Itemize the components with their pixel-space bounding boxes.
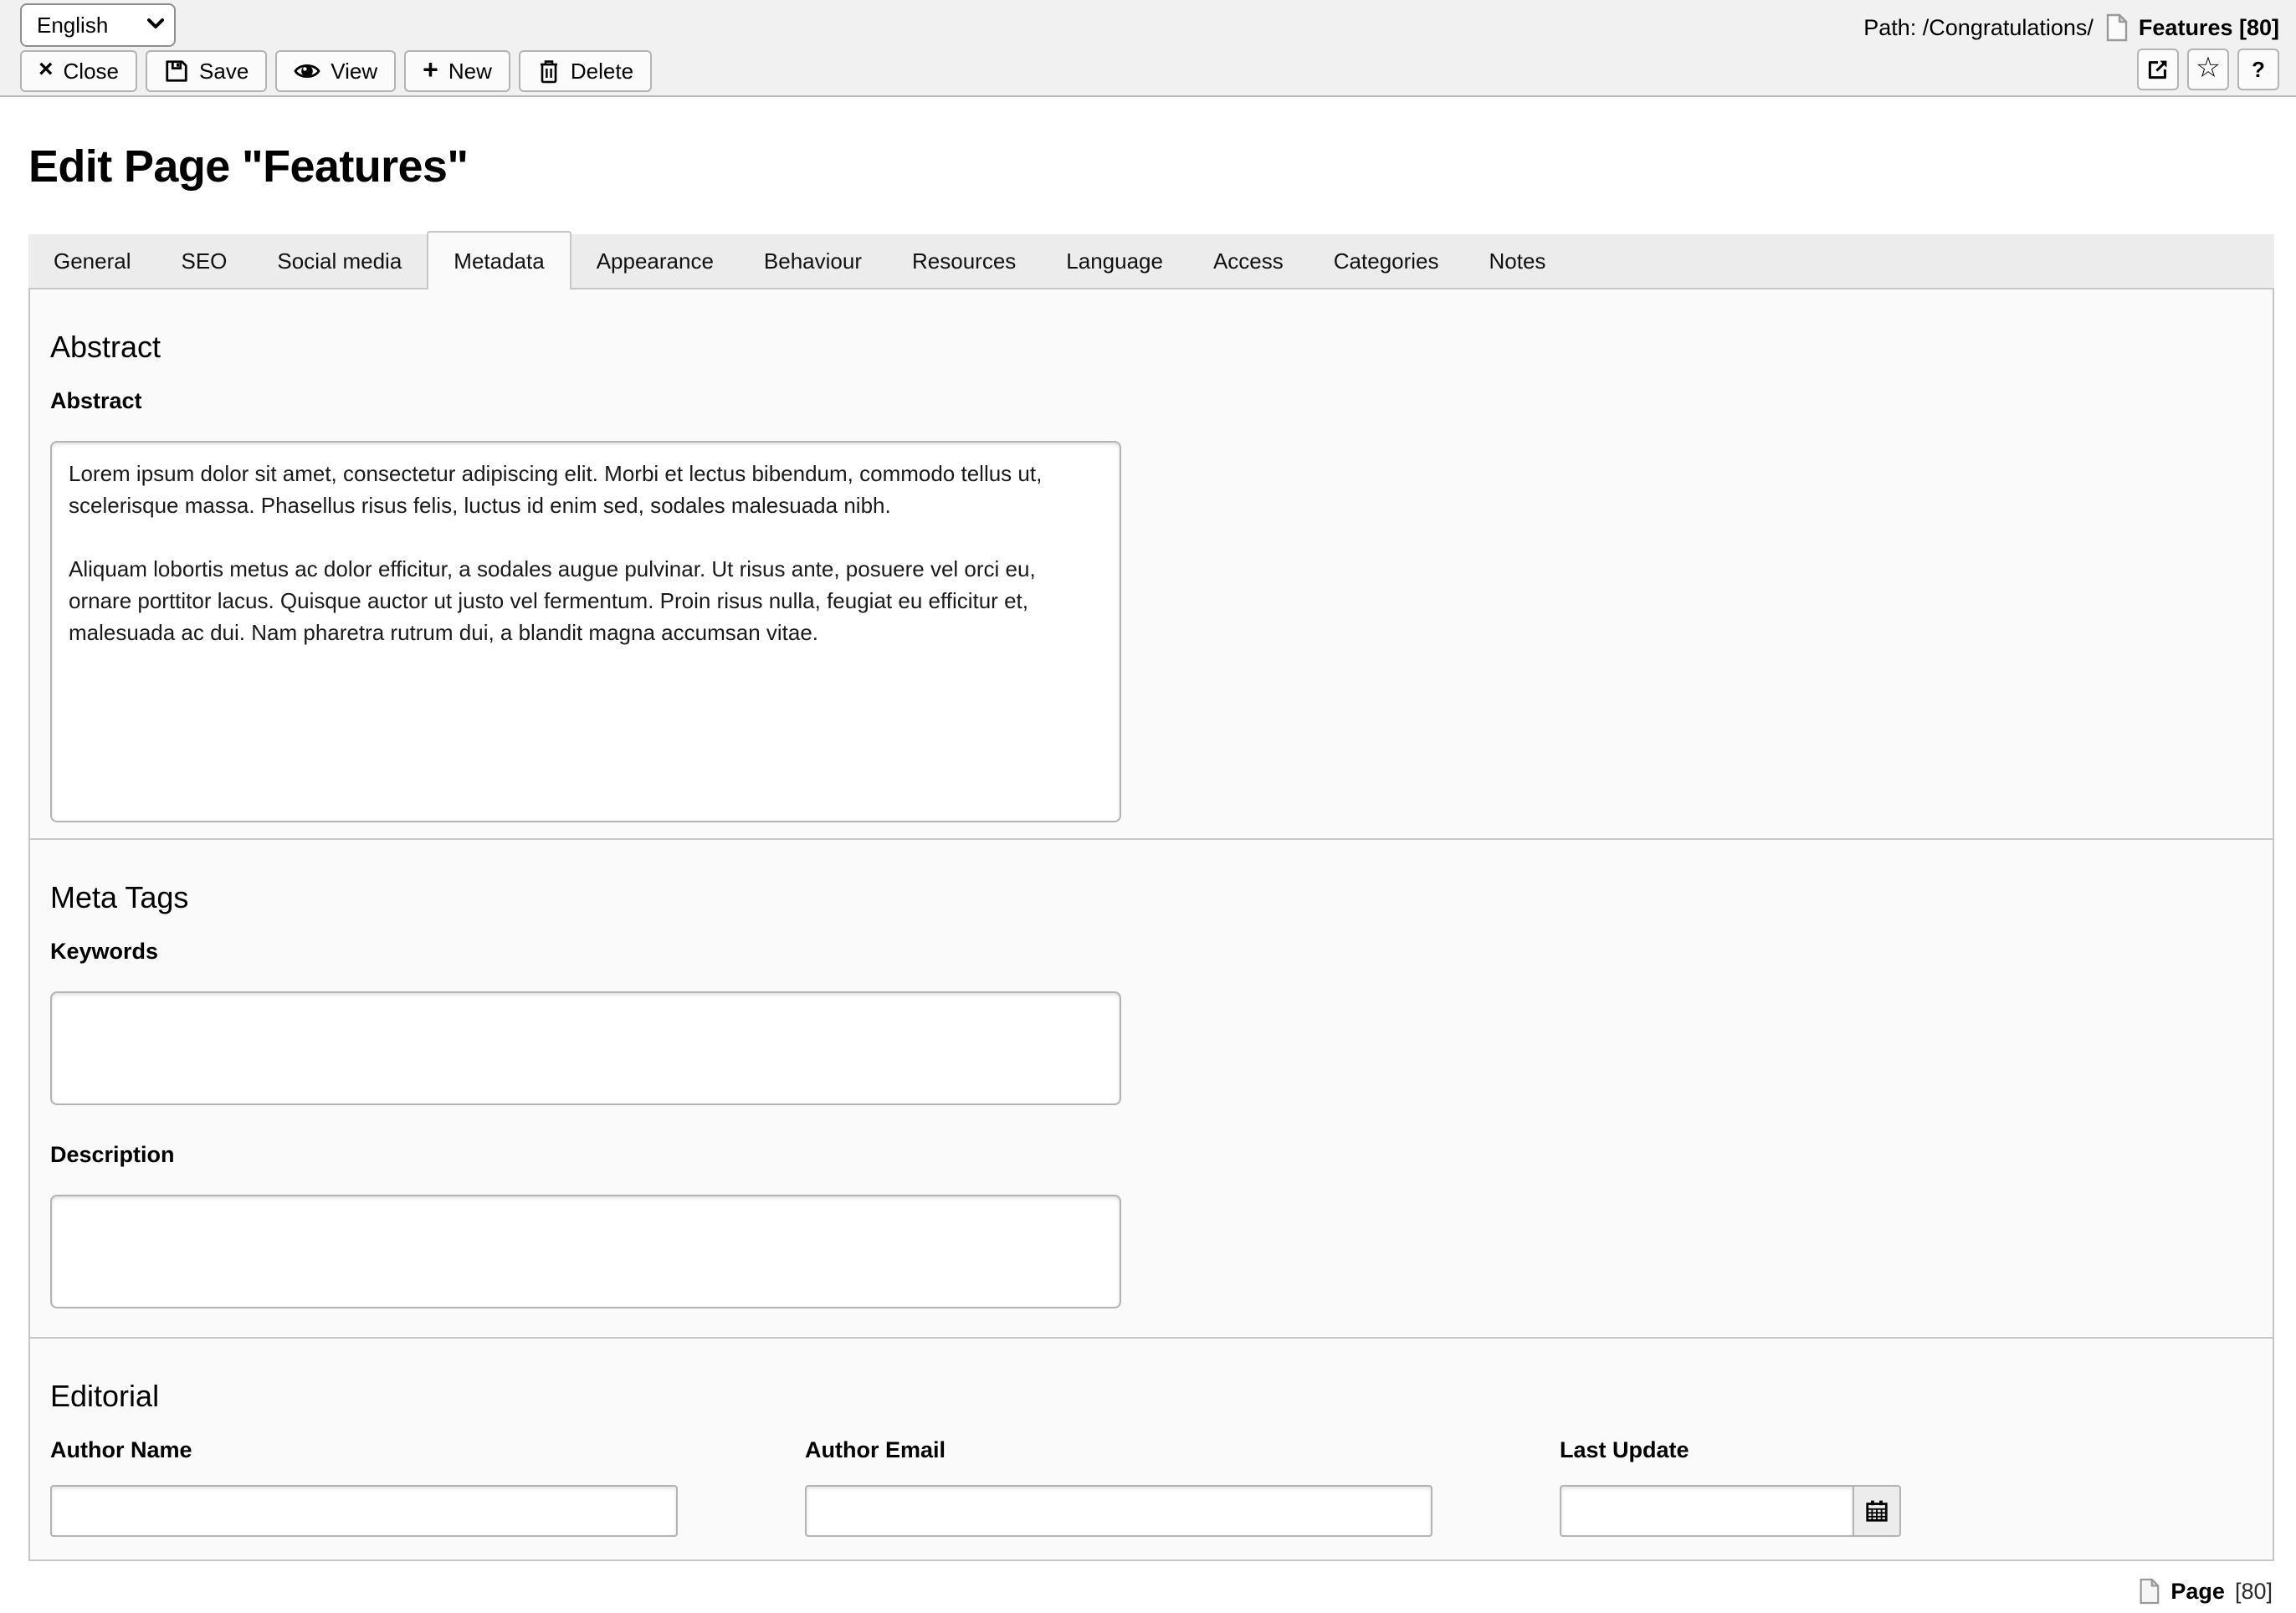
page-icon (2104, 13, 2129, 42)
author-email-label: Author Email (805, 1437, 946, 1462)
editorial-fields-row: Author Name Author Email Last Update (50, 1414, 2252, 1537)
view-button[interactable]: View (275, 50, 397, 92)
top-bar: English Path: /Congratulations/ Features… (0, 0, 2296, 97)
section-abstract-title: Abstract (50, 330, 161, 364)
tab-categories[interactable]: Categories (1309, 234, 1464, 288)
section-meta-tags: Meta Tags Keywords Description (30, 840, 2273, 1339)
edit-form-panel: Abstract Abstract Lorem ipsum dolor sit … (28, 288, 2274, 1561)
delete-button[interactable]: Delete (518, 50, 653, 92)
tab-metadata[interactable]: Metadata (427, 231, 571, 289)
close-icon: × (38, 55, 54, 83)
bookmark-button[interactable]: ☆ (2187, 49, 2229, 90)
view-eye-icon (294, 61, 320, 81)
edit-page-screen: English Path: /Congratulations/ Features… (0, 0, 2296, 1613)
tab-behaviour[interactable]: Behaviour (739, 234, 887, 288)
breadcrumb: Path: /Congratulations/ Features [80] (1863, 13, 2279, 42)
external-link-icon (2146, 58, 2170, 81)
record-info: Page [80] (2137, 1578, 2273, 1605)
keywords-textarea[interactable] (50, 991, 1121, 1105)
tab-appearance[interactable]: Appearance (571, 234, 739, 288)
language-select-wrapper: English (20, 3, 176, 47)
section-editorial-title: Editorial (50, 1379, 160, 1413)
save-button-label: Save (199, 58, 249, 84)
view-button-label: View (331, 58, 378, 84)
star-icon: ☆ (2195, 52, 2222, 84)
last-update-input[interactable] (1560, 1485, 1854, 1537)
section-meta-tags-title: Meta Tags (50, 880, 189, 914)
page-record-icon (2137, 1578, 2160, 1605)
close-button[interactable]: × Close (20, 50, 138, 92)
plus-icon: + (423, 54, 438, 84)
close-button-label: Close (63, 58, 120, 84)
section-editorial: Editorial Author Name Author Email Last … (30, 1339, 2273, 1559)
save-floppy-icon (164, 59, 189, 84)
trash-icon (537, 59, 561, 84)
tab-bar: General SEO Social media Metadata Appear… (28, 231, 2274, 289)
tab-social-media[interactable]: Social media (252, 234, 427, 288)
doc-toolbar: × Close Save View + New Delete (20, 50, 653, 92)
last-update-input-group (1560, 1485, 1901, 1537)
tab-notes[interactable]: Notes (1464, 234, 1571, 288)
author-name-label: Author Name (50, 1437, 192, 1462)
last-update-field-group: Last Update (1560, 1414, 1901, 1537)
last-update-label: Last Update (1560, 1437, 1689, 1462)
save-button[interactable]: Save (146, 50, 268, 92)
author-email-field-group: Author Email (805, 1414, 1432, 1537)
new-button[interactable]: + New (404, 50, 510, 92)
open-in-new-window-button[interactable] (2137, 49, 2179, 90)
record-title: Features [80] (2138, 14, 2279, 40)
author-name-input[interactable] (50, 1485, 678, 1537)
section-abstract: Abstract Abstract Lorem ipsum dolor sit … (30, 289, 2273, 840)
language-select[interactable]: English (20, 3, 176, 47)
keywords-field-label: Keywords (50, 939, 159, 964)
path-label: Path: /Congratulations/ (1863, 14, 2094, 40)
author-name-field-group: Author Name (50, 1414, 678, 1537)
description-field-label: Description (50, 1142, 175, 1167)
delete-button-label: Delete (570, 58, 634, 84)
abstract-textarea[interactable]: Lorem ipsum dolor sit amet, consectetur … (50, 441, 1121, 822)
record-uid: [80] (2234, 1578, 2273, 1604)
abstract-field-label: Abstract (50, 388, 142, 413)
author-email-input[interactable] (805, 1485, 1432, 1537)
tab-seo[interactable]: SEO (156, 234, 253, 288)
date-picker-button[interactable] (1853, 1485, 1901, 1537)
page-title: Edit Page "Features" (28, 141, 469, 192)
help-icon: ? (2252, 56, 2265, 82)
tab-language[interactable]: Language (1041, 234, 1188, 288)
tab-general[interactable]: General (28, 234, 156, 288)
help-button[interactable]: ? (2237, 49, 2279, 90)
window-buttons: ☆ ? (2137, 49, 2279, 90)
record-type-label: Page (2170, 1578, 2225, 1604)
calendar-icon (1864, 1498, 1889, 1523)
new-button-label: New (448, 58, 492, 84)
tab-access[interactable]: Access (1188, 234, 1309, 288)
description-textarea[interactable] (50, 1195, 1121, 1308)
tab-resources[interactable]: Resources (887, 234, 1041, 288)
